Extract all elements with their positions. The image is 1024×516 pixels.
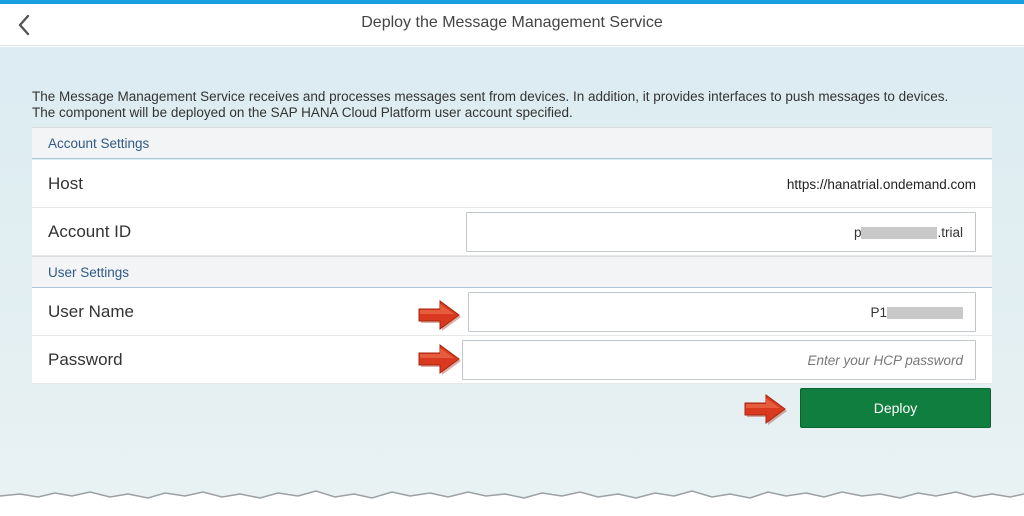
- user-name-field[interactable]: P1: [468, 292, 976, 332]
- user-name-value: P1: [870, 305, 963, 320]
- user-name-label: User Name: [48, 302, 134, 321]
- redacted-block: [887, 307, 963, 320]
- account-id-suffix: .trial: [937, 225, 963, 240]
- torn-edge-decoration: [0, 490, 1024, 516]
- app-header: Deploy the Message Management Service: [0, 4, 1024, 46]
- user-name-prefix: P1: [870, 305, 887, 320]
- page-title: Deploy the Message Management Service: [361, 14, 663, 31]
- section-title: Account Settings: [48, 136, 150, 151]
- password-placeholder: Enter your HCP password: [807, 353, 963, 368]
- account-id-field[interactable]: p .trial: [466, 212, 976, 252]
- password-label: Password: [48, 350, 123, 369]
- redacted-block: [861, 227, 938, 240]
- host-value: https://hanatrial.ondemand.com: [786, 177, 976, 192]
- account-id-value: p .trial: [854, 225, 963, 240]
- red-arrow-icon: [744, 394, 787, 425]
- section-title: User Settings: [48, 265, 130, 280]
- account-id-prefix: p: [853, 225, 862, 240]
- deploy-button[interactable]: Deploy: [800, 388, 991, 428]
- account-settings-header: Account Settings: [32, 127, 992, 159]
- host-row: Host https://hanatrial.ondemand.com: [32, 160, 992, 208]
- password-field[interactable]: Enter your HCP password: [462, 340, 976, 380]
- red-arrow-icon: [418, 300, 461, 331]
- service-description: The Message Management Service receives …: [32, 89, 949, 120]
- account-id-label: Account ID: [48, 222, 132, 241]
- user-settings-header: User Settings: [32, 256, 992, 288]
- red-arrow-icon: [418, 344, 461, 375]
- host-label: Host: [48, 174, 83, 193]
